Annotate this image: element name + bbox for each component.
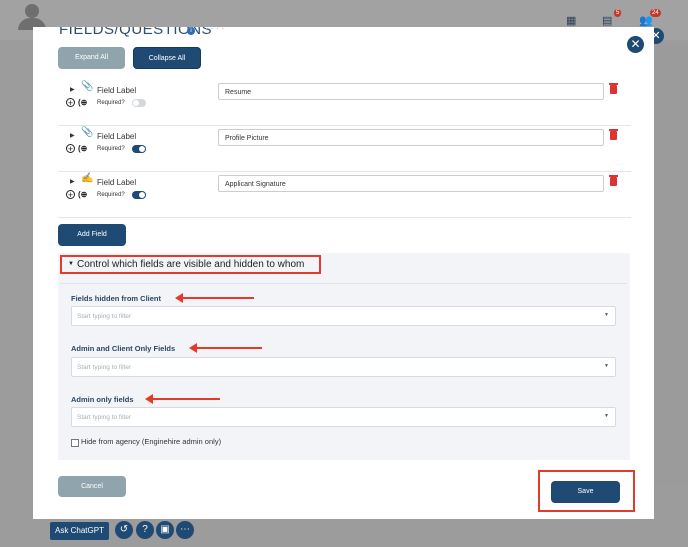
divider <box>60 283 627 284</box>
required-label: Required? <box>97 192 125 198</box>
filter-label-admin-client-only: Admin and Client Only Fields <box>71 344 176 353</box>
fields-modal: FIELDS/QUESTIONS i · · · · ✕ Expand All … <box>33 27 654 519</box>
field-label-input[interactable]: Applicant Signature <box>218 175 604 192</box>
close-icon[interactable]: ✕ <box>627 36 644 53</box>
select-placeholder: Start typing to filter <box>77 414 132 421</box>
notification-badge: 24 <box>650 9 661 17</box>
annotation-arrow <box>189 343 262 353</box>
admin-client-only-select[interactable]: Start typing to filter ▼ <box>71 357 616 377</box>
hide-from-agency-checkbox[interactable] <box>71 439 79 447</box>
add-circle-icon[interactable]: + <box>66 190 75 200</box>
background-panel <box>655 45 688 485</box>
save-button[interactable]: Save <box>551 481 620 503</box>
annotation-arrow <box>175 293 254 303</box>
trash-icon[interactable] <box>609 175 618 186</box>
expand-caret-icon[interactable]: ▶ <box>70 132 75 139</box>
select-placeholder: Start typing to filter <box>77 313 132 320</box>
chevron-down-icon: ▼ <box>604 413 609 419</box>
required-toggle[interactable] <box>132 145 146 153</box>
annotation-arrow <box>145 394 220 404</box>
info-icon[interactable]: i <box>187 27 195 35</box>
required-toggle[interactable] <box>132 99 146 107</box>
expand-caret-icon[interactable]: ▶ <box>70 178 75 185</box>
paperclip-icon: 📎 <box>81 127 94 138</box>
select-placeholder: Start typing to filter <box>77 364 132 371</box>
chevron-down-icon: ▼ <box>604 363 609 369</box>
visibility-section-title: Control which fields are visible and hid… <box>77 259 305 270</box>
trash-icon[interactable] <box>609 129 618 140</box>
hide-from-agency-label: Hide from agency (Enginehire admin only) <box>81 437 222 446</box>
help-icon[interactable]: ? <box>136 521 154 539</box>
field-row-profile-picture: ▶ 📎 Field Label + (⊕ Required? Profile P… <box>58 125 631 172</box>
book-icon[interactable]: ▣ <box>156 521 174 539</box>
more-icon[interactable]: ⋯ <box>176 521 194 539</box>
admin-only-select[interactable]: Start typing to filter ▼ <box>71 407 616 427</box>
expand-all-button[interactable]: Expand All <box>58 47 125 69</box>
field-label-input[interactable]: Resume <box>218 83 604 100</box>
collapse-all-button[interactable]: Collapse All <box>133 47 201 69</box>
add-circle-icon[interactable]: + <box>66 98 75 108</box>
paperclip-icon: 📎 <box>81 81 94 92</box>
expand-caret-icon[interactable]: ▶ <box>70 86 75 93</box>
field-row-applicant-signature: ▶ ✍ Field Label + (⊕ Required? Applicant… <box>58 171 631 218</box>
duplicate-icon[interactable]: (⊕ <box>78 98 87 107</box>
visibility-section: ▼ Control which fields are visible and h… <box>58 253 630 460</box>
filter-label-admin-only: Admin only fields <box>71 395 134 404</box>
calendar-icon[interactable]: ▦ <box>566 14 576 27</box>
add-circle-icon[interactable]: + <box>66 144 75 154</box>
filter-label-hidden-from-client: Fields hidden from Client <box>71 294 162 303</box>
signature-icon: ✍ <box>81 173 94 184</box>
duplicate-icon[interactable]: (⊕ <box>78 144 87 153</box>
required-label: Required? <box>97 100 125 106</box>
field-row-resume: ▶ 📎 Field Label + (⊕ Required? Resume <box>58 79 631 126</box>
hidden-from-client-select[interactable]: Start typing to filter ▼ <box>71 306 616 326</box>
title-suffix: · · · · <box>205 27 225 33</box>
visibility-section-header[interactable]: ▼ Control which fields are visible and h… <box>60 255 321 274</box>
field-label-input[interactable]: Profile Picture <box>218 129 604 146</box>
field-label: Field Label <box>97 178 137 187</box>
trash-icon[interactable] <box>609 83 618 94</box>
chevron-down-icon: ▼ <box>68 261 74 267</box>
add-field-button[interactable]: Add Field <box>58 224 126 246</box>
required-toggle[interactable] <box>132 191 146 199</box>
ask-chatgpt-button[interactable]: Ask ChatGPT <box>50 522 109 540</box>
cancel-button[interactable]: Cancel <box>58 476 126 497</box>
field-label: Field Label <box>97 86 137 95</box>
store-icon[interactable]: ▤ <box>602 14 612 27</box>
duplicate-icon[interactable]: (⊕ <box>78 190 87 199</box>
chevron-down-icon: ▼ <box>604 312 609 318</box>
history-icon[interactable]: ↺ <box>115 521 133 539</box>
field-label: Field Label <box>97 132 137 141</box>
required-label: Required? <box>97 146 125 152</box>
